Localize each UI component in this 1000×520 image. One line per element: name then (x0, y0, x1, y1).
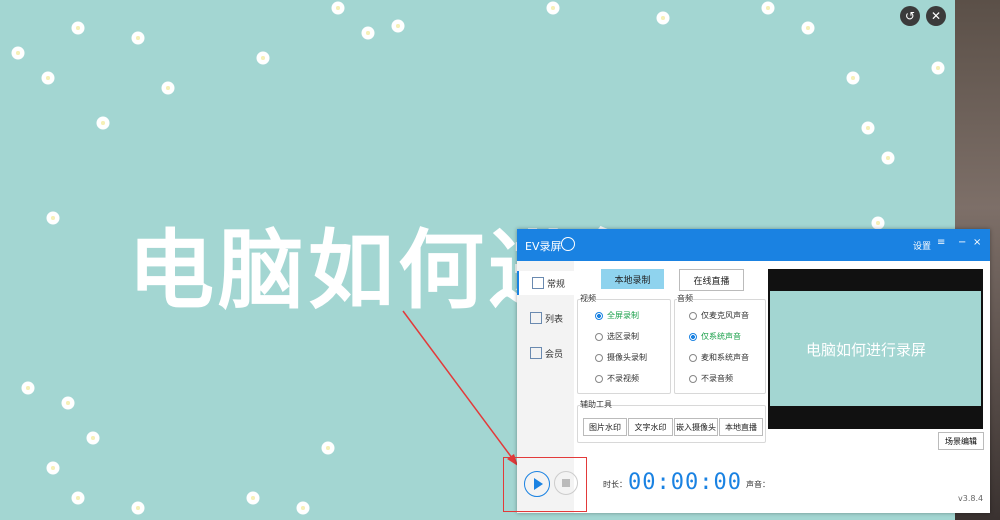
radio-camera[interactable]: 摄像头录制 (595, 352, 647, 363)
preview-panel: 电脑如何进行录屏 (768, 269, 983, 429)
radio-mic-only[interactable]: 仅麦克风声音 (689, 310, 749, 321)
minimize-icon[interactable]: − (958, 237, 966, 248)
text-watermark-button[interactable]: 文字水印 (628, 418, 673, 436)
radio-fullscreen[interactable]: 全屏录制 (595, 310, 639, 321)
recording-timer: 00:00:00 (628, 470, 742, 495)
preview-screen: 电脑如何进行录屏 (770, 291, 981, 406)
sidebar-item-general[interactable]: 常规 (517, 271, 576, 295)
tab-live-stream[interactable]: 在线直播 (679, 269, 744, 291)
sidebar-item-vip[interactable]: 会员 (517, 341, 574, 365)
image-watermark-button[interactable]: 图片水印 (583, 418, 627, 436)
settings-button[interactable]: 设置 (913, 239, 931, 252)
grid-icon (532, 277, 544, 289)
close-window-icon[interactable]: × (973, 237, 981, 248)
audio-group-title: 音频 (677, 293, 693, 304)
list-icon (530, 312, 542, 324)
sidebar-item-label: 常规 (547, 280, 566, 290)
radio-mic-and-system[interactable]: 麦和系统声音 (689, 352, 749, 363)
baidu-watermark: Bai 经验 (775, 442, 891, 475)
sidebar-item-label: 列表 (545, 315, 564, 325)
titlebar: EV录屏 设置 ≡ − × (517, 229, 990, 261)
tab-local-record[interactable]: 本地录制 (601, 269, 664, 289)
embed-camera-button[interactable]: 嵌入摄像头 (674, 418, 718, 436)
scene-edit-button[interactable]: 场景编辑 (938, 432, 984, 450)
sidebar-item-label: 会员 (545, 350, 564, 360)
volume-label: 声音： (746, 480, 770, 489)
radio-system-only[interactable]: 仅系统声音 (689, 331, 741, 342)
ev-recorder-window: EV录屏 设置 ≡ − × 常规 列表 会员 本地录制 在线直播 视频 全屏录制… (517, 229, 990, 513)
app-title: EV录屏 (525, 240, 562, 253)
video-group-title: 视频 (580, 293, 596, 304)
highlight-box (503, 457, 587, 512)
baidu-watermark-url: jingyan.baidu.com (790, 476, 920, 492)
user-icon[interactable] (561, 237, 575, 251)
preview-text: 电脑如何进行录屏 (806, 341, 927, 359)
sidebar-item-list[interactable]: 列表 (517, 306, 574, 330)
duration-label: 时长： (603, 480, 627, 489)
radio-no-video[interactable]: 不录视频 (595, 373, 639, 384)
radio-no-audio[interactable]: 不录音频 (689, 373, 733, 384)
crown-icon (530, 347, 542, 359)
tools-group-title: 辅助工具 (580, 399, 612, 410)
radio-region[interactable]: 选区录制 (595, 331, 639, 342)
menu-icon[interactable]: ≡ (937, 237, 945, 248)
version-label: v3.8.4 (958, 494, 984, 503)
local-live-button[interactable]: 本地直播 (719, 418, 763, 436)
